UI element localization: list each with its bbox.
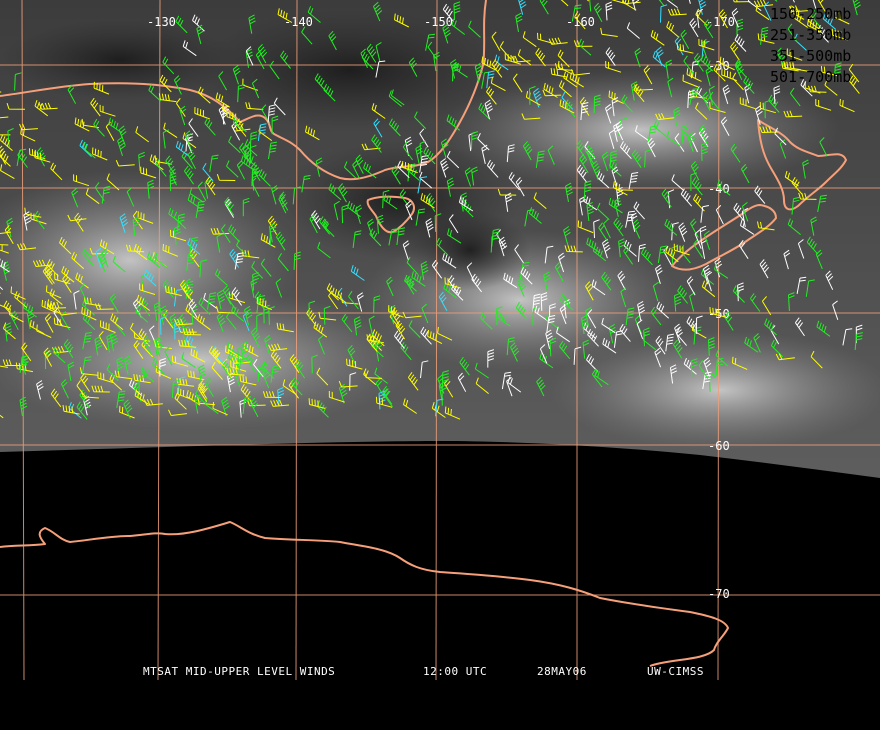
- caption-product: MTSAT MID-UPPER LEVEL WINDS: [143, 665, 335, 678]
- longitude-label: -130: [147, 15, 176, 29]
- satellite-wind-map: -130 -140 -150 -160 -170 -30 -40 -50 -60…: [0, 0, 880, 680]
- caption-source: UW-CIMSS: [647, 665, 704, 678]
- image-caption: MTSAT MID-UPPER LEVEL WINDS 12:00 UTC 28…: [0, 665, 880, 679]
- legend-item: 351-500mb: [770, 47, 851, 65]
- caption-date: 28MAY06: [537, 665, 587, 678]
- latitude-label: -60: [708, 439, 730, 453]
- legend-item: 150-250mb: [770, 5, 851, 23]
- legend-item: 501-700mb: [770, 68, 851, 86]
- legend-item: 251-350mb: [770, 26, 851, 44]
- latitude-label: -40: [708, 182, 730, 196]
- longitude-label: -160: [566, 15, 595, 29]
- longitude-label: -140: [284, 15, 313, 29]
- latitude-label: -70: [708, 587, 730, 601]
- caption-time: 12:00 UTC: [423, 665, 487, 678]
- antarctica-coastline: [0, 522, 728, 666]
